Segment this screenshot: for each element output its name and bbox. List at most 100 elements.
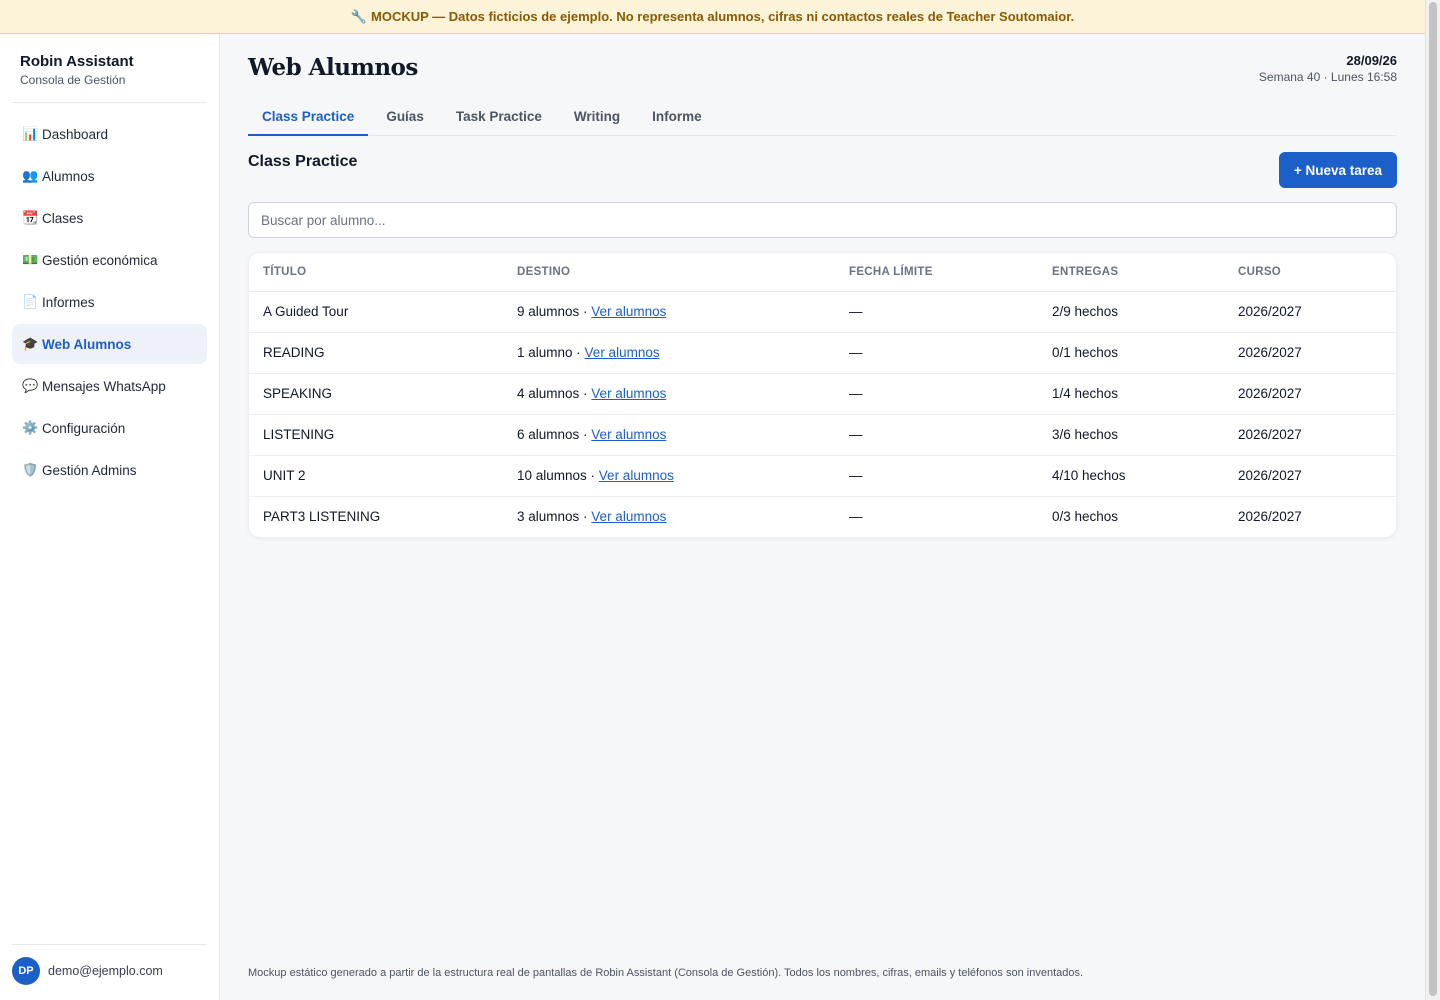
table-row: PART3 LISTENING 3 alumnos · Ver alumnos — 0… — [249, 496, 1396, 537]
task-title: LISTENING — [249, 414, 503, 456]
tab-task-practice[interactable]: Task Practice — [442, 100, 556, 136]
sidebar-item-informes[interactable]: 📄 Informes — [12, 282, 207, 322]
task-destino: 10 alumnos · Ver alumnos — [503, 455, 835, 497]
task-title: PART3 LISTENING — [263, 509, 381, 525]
sidebar-item-dashboard[interactable]: 📊 Dashboard — [12, 114, 207, 154]
table-row: READING 1 alumno · Ver alumnos —0/1 hechos… — [249, 332, 1396, 374]
column-header: ENTREGAS — [1038, 253, 1224, 292]
new-task-button[interactable]: + Nueva tarea — [1278, 152, 1397, 188]
destino-count: 9 alumnos · — [517, 304, 592, 319]
task-entregas: 4/10 hechos — [1038, 455, 1224, 497]
sidebar-item-clases[interactable]: 📆 Clases — [12, 198, 207, 238]
task-title: READING — [249, 332, 503, 374]
table-header-row: TÍTULO DESTINO FECHA LÍMITE ENTREGAS CURSO — [249, 253, 1396, 292]
sidebar-item-label: Clases — [42, 210, 84, 226]
ver-alumnos-link[interactable]: Ver alumnos — [599, 468, 674, 483]
calendar-icon: 📆 — [22, 210, 39, 225]
page-scrollbar[interactable] — [1425, 0, 1440, 1000]
sidebar-item-label: Alumnos — [42, 168, 95, 184]
brand-title: Robin Assistant — [20, 53, 134, 70]
task-entregas: 1/4 hechos — [1038, 373, 1224, 415]
sidebar-item-gestion-economica[interactable]: 💵 Gestión económica — [12, 240, 207, 280]
date-box: 28/09/26 Semana 40 · Lunes 16:58 — [1259, 53, 1397, 84]
sidebar-item-configuracion[interactable]: ⚙️ Configuración — [12, 408, 207, 448]
sidebar-item-label: Mensajes WhatsApp — [42, 378, 166, 394]
task-fecha-limite: — — [835, 291, 1038, 333]
tab-class-practice[interactable]: Class Practice — [248, 100, 369, 136]
users-icon: 👥 — [22, 168, 39, 183]
search-input[interactable] — [248, 202, 1397, 238]
brand-subtitle: Consola de Gestión — [20, 73, 126, 87]
table-body: A Guided Tour 9 alumnos · Ver alumnos —2/9… — [249, 291, 1396, 537]
avatar[interactable]: DP — [12, 957, 40, 985]
mockup-banner: 🔧 MOCKUP — Datos ficticios de ejemplo. N… — [0, 0, 1425, 34]
task-destino: 6 alumnos · Ver alumnos — [503, 414, 835, 456]
task-title: A Guided Tour — [249, 291, 503, 333]
banner-text: MOCKUP — Datos ficticios de ejemplo. No … — [371, 9, 1075, 24]
task-fecha-limite: — — [835, 332, 1038, 374]
task-destino: 1 alumno · Ver alumnos — [503, 332, 835, 374]
task-entregas: 0/3 hechos — [1052, 509, 1119, 525]
money-icon: 💵 — [22, 252, 39, 267]
sidebar-item-mensajes-whatsapp[interactable]: 💬 Mensajes WhatsApp — [12, 366, 207, 406]
task-curso: 2026/2027 — [1224, 455, 1396, 497]
user-email: demo@ejemplo.com — [48, 964, 163, 978]
task-entregas: 2/9 hechos — [1038, 291, 1224, 333]
current-date: 28/09/26 — [1346, 53, 1397, 68]
task-curso: 2026/2027 — [1224, 414, 1396, 456]
sidebar-item-label: Configuración — [42, 420, 126, 436]
task-curso: 2026/2027 — [1224, 373, 1396, 415]
ver-alumnos-link[interactable]: Ver alumnos — [591, 427, 666, 442]
tasks-table-card: TÍTULO DESTINO FECHA LÍMITE ENTREGAS CURSO A… — [248, 252, 1397, 538]
destino-count: 6 alumnos · — [517, 427, 592, 442]
sidebar: Robin Assistant Consola de Gestión 📊 Dash… — [0, 34, 220, 1000]
table-row: UNIT 2 10 alumnos · Ver alumnos —4/10 hech… — [249, 455, 1396, 497]
column-header: FECHA LÍMITE — [835, 253, 1038, 292]
tab-informe[interactable]: Informe — [638, 100, 716, 136]
column-header: TÍTULO — [249, 253, 503, 292]
brand: Robin Assistant Consola de Gestión — [20, 53, 134, 87]
gear-icon: ⚙️ — [22, 420, 39, 435]
sidebar-item-gestion-admins[interactable]: 🛡️ Gestión Admins — [12, 450, 207, 490]
task-curso: 2026/2027 — [1224, 332, 1396, 374]
footer-note: Mockup estático generado a partir de la … — [248, 967, 1084, 979]
ver-alumnos-link[interactable]: Ver alumnos — [591, 304, 666, 319]
shield-icon: 🛡️ — [22, 462, 39, 477]
tab-guias[interactable]: Guías — [372, 100, 438, 136]
sidebar-nav: 📊 Dashboard 👥 Alumnos 📆 Clases 💵 Gestión económ… — [12, 114, 207, 492]
scrollbar-thumb[interactable] — [1429, 2, 1437, 996]
user-info[interactable]: DP demo@ejemplo.com — [12, 957, 163, 985]
wrench-icon: 🔧 — [350, 8, 367, 24]
task-curso: 2026/2027 — [1224, 291, 1396, 333]
task-fecha-limite: — — [835, 455, 1038, 497]
column-header: DESTINO — [503, 253, 835, 292]
section-title: Class Practice — [248, 153, 358, 170]
sidebar-divider — [12, 102, 207, 103]
destino-count: 10 alumnos · — [517, 468, 599, 483]
speech-bubble-icon: 💬 — [22, 378, 39, 393]
sidebar-item-alumnos[interactable]: 👥 Alumnos — [12, 156, 207, 196]
table-row: A Guided Tour 9 alumnos · Ver alumnos —2/9… — [249, 291, 1396, 333]
tab-bar: Class Practice Guías Task Practice Writing I… — [248, 100, 1397, 136]
ver-alumnos-link[interactable]: Ver alumnos — [591, 386, 666, 401]
tab-writing[interactable]: Writing — [560, 100, 634, 136]
sidebar-bottom-divider — [12, 944, 207, 945]
task-curso: 2026/2027 — [1238, 509, 1302, 525]
column-header: CURSO — [1224, 253, 1396, 292]
task-title: UNIT 2 — [249, 455, 503, 497]
destino-count: 1 alumno · — [517, 345, 585, 360]
document-icon: 📄 — [22, 294, 39, 309]
ver-alumnos-link[interactable]: Ver alumnos — [591, 509, 666, 524]
task-destino: 3 alumnos · Ver alumnos — [503, 496, 835, 537]
task-title: SPEAKING — [249, 373, 503, 415]
task-entregas: 3/6 hechos — [1038, 414, 1224, 456]
ver-alumnos-link[interactable]: Ver alumnos — [585, 345, 660, 360]
bar-chart-icon: 📊 — [22, 126, 39, 141]
main-content: Web Alumnos 28/09/26 Semana 40 · Lunes 1… — [220, 34, 1425, 1000]
task-fecha-limite: — — [835, 414, 1038, 456]
sidebar-item-label: Informes — [42, 294, 95, 310]
table-row: SPEAKING 4 alumnos · Ver alumnos —1/4 hech… — [249, 373, 1396, 415]
sidebar-item-web-alumnos[interactable]: 🎓 Web Alumnos — [12, 324, 207, 364]
sidebar-item-label: Dashboard — [42, 126, 109, 142]
table-row: LISTENING 6 alumnos · Ver alumnos —3/6 hec… — [249, 414, 1396, 456]
